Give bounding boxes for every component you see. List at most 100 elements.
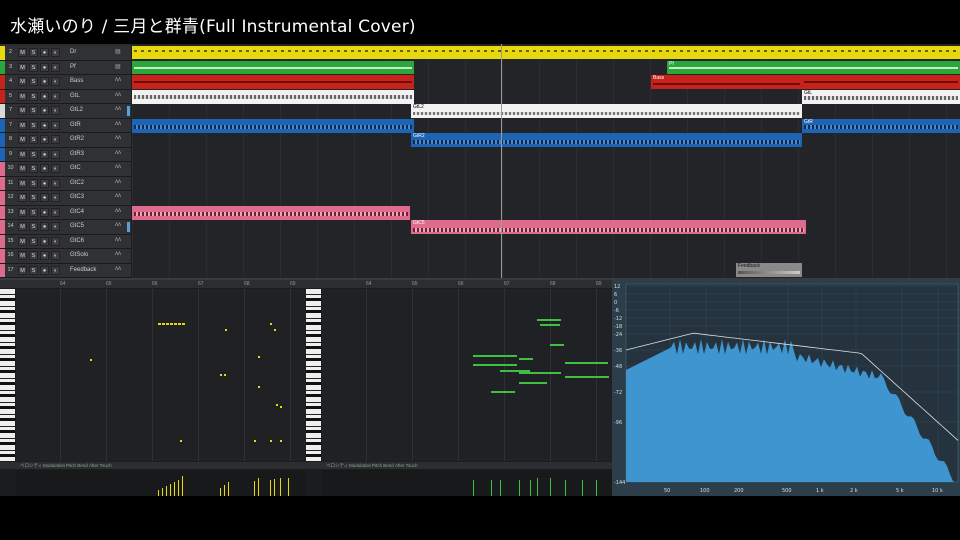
mute-button[interactable]: M (18, 207, 27, 217)
monitor-button[interactable]: ◐ (51, 62, 60, 72)
solo-button[interactable]: S (29, 77, 38, 86)
solo-button[interactable]: S (29, 106, 38, 115)
track-header[interactable]: 8 M S ● ◐ GtR2 ʌʌ (0, 133, 131, 148)
mute-button[interactable]: M (18, 164, 27, 173)
mute-button[interactable]: M (18, 106, 27, 115)
record-button[interactable]: ● (40, 207, 49, 217)
monitor-button[interactable]: ◐ (51, 91, 60, 101)
clip-pf-2[interactable]: Pf (667, 61, 960, 74)
piano-keys[interactable] (0, 289, 15, 461)
velocity-bar[interactable] (224, 485, 225, 496)
controller-tab[interactable]: Modulation (349, 463, 371, 468)
clip-bass-3[interactable] (802, 75, 960, 89)
midi-note[interactable] (519, 372, 561, 374)
track-header[interactable]: 11 M S ● ◐ GtC2 ʌʌ (0, 176, 131, 191)
midi-note[interactable] (519, 382, 547, 384)
monitor-button[interactable]: ◐ (51, 120, 60, 130)
mute-button[interactable]: M (18, 251, 27, 260)
velocity-bar[interactable] (519, 480, 520, 496)
midi-note[interactable] (225, 329, 227, 331)
solo-button[interactable]: S (29, 265, 38, 275)
velocity-bar[interactable] (162, 488, 163, 496)
solo-button[interactable]: S (29, 62, 38, 72)
clip-bass-1[interactable] (132, 75, 414, 89)
track-header[interactable]: 9 M S ● ◐ GtR3 ʌʌ (0, 147, 131, 162)
clip-bass-2[interactable]: Bass (651, 75, 802, 89)
controller-tabs[interactable]: ベロシティ Modulation Pitch Bend After Touch (306, 462, 612, 469)
midi-note[interactable] (158, 323, 161, 325)
monitor-button[interactable]: ◐ (51, 164, 60, 173)
controller-tab[interactable]: After Touch (395, 463, 418, 468)
volume-meter[interactable] (127, 222, 130, 232)
midi-editor-left[interactable]: 64 65 66 67 68 69 ベロシティ Modulation Pitch Bend Af… (0, 278, 306, 496)
piano-roll[interactable] (322, 289, 612, 461)
track-header[interactable]: 14 M S ● ◐ GtC5 ʌʌ (0, 220, 131, 235)
midi-editor-right[interactable]: 64 65 66 67 68 69 ベロシティ Modulation Pitch Bend Af… (306, 278, 612, 496)
midi-note[interactable] (180, 440, 182, 442)
solo-button[interactable]: S (29, 178, 38, 188)
clip-gtr2[interactable]: GtR2 (411, 133, 802, 147)
velocity-bar[interactable] (550, 478, 551, 496)
velocity-bar[interactable] (274, 479, 275, 496)
monitor-button[interactable]: ◐ (51, 222, 60, 231)
velocity-bar[interactable] (280, 478, 281, 496)
controller-tab[interactable]: Modulation (43, 463, 65, 468)
midi-note[interactable] (565, 376, 609, 378)
record-button[interactable]: ● (40, 193, 49, 202)
midi-note[interactable] (274, 329, 276, 331)
track-header[interactable]: 10 M S ● ◐ GtC ʌʌ (0, 162, 131, 177)
record-button[interactable]: ● (40, 120, 49, 130)
editor-ruler[interactable]: 64 65 66 67 68 69 (0, 280, 306, 288)
record-button[interactable]: ● (40, 236, 49, 246)
velocity-bar[interactable] (228, 482, 229, 496)
editor-ruler[interactable]: 64 65 66 67 68 69 (306, 280, 612, 288)
record-button[interactable]: ● (40, 62, 49, 72)
solo-button[interactable]: S (29, 120, 38, 130)
track-header[interactable]: 4 M S ● ◐ Bass ʌʌ (0, 75, 131, 90)
midi-note[interactable] (166, 323, 169, 325)
record-button[interactable]: ● (40, 251, 49, 260)
monitor-button[interactable]: ◐ (51, 48, 60, 57)
clip-gtl-1[interactable] (132, 90, 414, 104)
controller-tab[interactable]: After Touch (89, 463, 112, 468)
arrangement-view[interactable]: Pf Bass GtL GtL2 GtR GtR2 GtC5 Feedback (132, 44, 960, 278)
midi-note[interactable] (90, 359, 92, 361)
clip-gtr-1[interactable] (132, 119, 414, 133)
controller-tabs[interactable]: ベロシティ Modulation Pitch Bend After Touch (0, 462, 306, 469)
midi-note[interactable] (270, 440, 272, 442)
track-header[interactable]: 13 M S ● ◐ GtC4 ʌʌ (0, 205, 131, 220)
midi-note[interactable] (540, 324, 560, 326)
midi-note[interactable] (162, 323, 165, 325)
midi-note[interactable] (550, 344, 564, 346)
solo-button[interactable]: S (29, 251, 38, 260)
midi-note[interactable] (491, 391, 515, 393)
velocity-bar[interactable] (530, 480, 531, 496)
track-header[interactable]: 2 M S ● ◐ Dr ▤ (0, 46, 131, 61)
monitor-button[interactable]: ◐ (51, 193, 60, 202)
clip-gtc4[interactable] (132, 206, 410, 220)
midi-note[interactable] (270, 323, 272, 325)
velocity-bar[interactable] (220, 488, 221, 496)
mute-button[interactable]: M (18, 178, 27, 188)
track-header[interactable]: 17 M S ● ◐ Feedback ʌʌ (0, 263, 131, 278)
controller-tab[interactable]: Pitch Bend (372, 463, 394, 468)
mute-button[interactable]: M (18, 149, 27, 159)
track-header[interactable]: 3 M S ● ◐ Pf ▤ (0, 60, 131, 75)
clip-gtc5[interactable]: GtC5 (411, 220, 806, 234)
midi-note[interactable] (280, 440, 282, 442)
midi-note[interactable] (258, 356, 260, 358)
velocity-bar[interactable] (596, 480, 597, 496)
velocity-bar[interactable] (491, 480, 492, 496)
monitor-button[interactable]: ◐ (51, 178, 60, 188)
mute-button[interactable]: M (18, 265, 27, 275)
solo-button[interactable]: S (29, 135, 38, 144)
midi-note[interactable] (276, 404, 278, 406)
solo-button[interactable]: S (29, 149, 38, 159)
piano-keys[interactable] (306, 289, 321, 461)
velocity-bar[interactable] (178, 480, 179, 496)
track-header[interactable]: 15 M S ● ◐ GtC6 ʌʌ (0, 234, 131, 249)
monitor-button[interactable]: ◐ (51, 149, 60, 159)
record-button[interactable]: ● (40, 149, 49, 159)
midi-note[interactable] (473, 355, 517, 357)
velocity-bar[interactable] (537, 478, 538, 496)
